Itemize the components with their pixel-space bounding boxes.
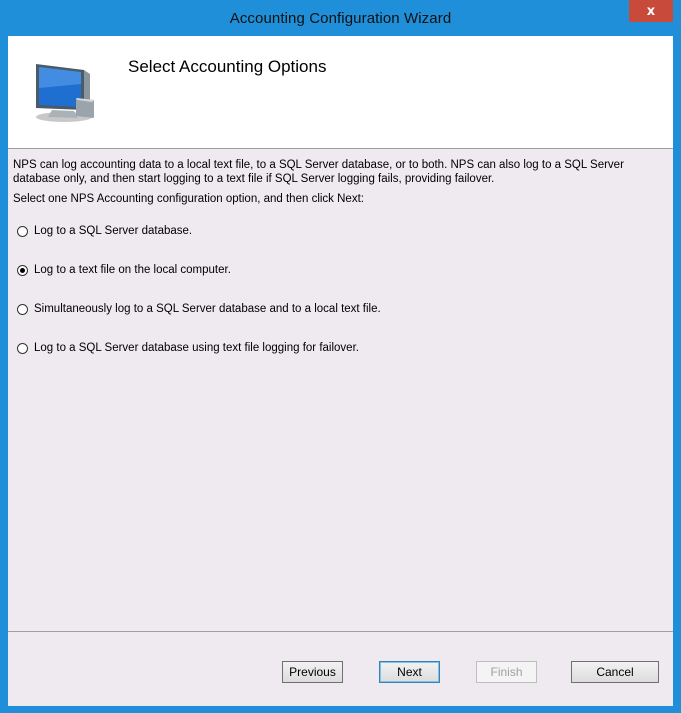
- cancel-button[interactable]: Cancel: [571, 661, 659, 683]
- wizard-body: NPS can log accounting data to a local t…: [8, 149, 673, 631]
- finish-button: Finish: [476, 661, 537, 683]
- previous-button[interactable]: Previous: [282, 661, 343, 683]
- radio-button[interactable]: [17, 303, 28, 315]
- page-title: Select Accounting Options: [128, 57, 327, 76]
- radio-button[interactable]: [17, 342, 28, 354]
- option-label: Simultaneously log to a SQL Server datab…: [34, 303, 381, 315]
- computer-monitor-icon: [28, 58, 98, 124]
- radio-button-selected[interactable]: [17, 264, 28, 276]
- title-bar[interactable]: Accounting Configuration Wizard x: [0, 0, 681, 36]
- description-text: NPS can log accounting data to a local t…: [13, 159, 624, 185]
- wizard-header: Select Accounting Options: [8, 36, 673, 149]
- option-text-file[interactable]: Log to a text file on the local computer…: [17, 262, 231, 278]
- radio-button[interactable]: [17, 225, 28, 237]
- close-button[interactable]: x: [629, 0, 673, 22]
- prompt-text: Select one NPS Accounting configuration …: [13, 193, 364, 205]
- next-button[interactable]: Next: [379, 661, 440, 683]
- wizard-client-area: Select Accounting Options NPS can log ac…: [8, 36, 673, 706]
- window-title: Accounting Configuration Wizard: [229, 10, 452, 27]
- wizard-footer: Previous Next Finish Cancel: [8, 631, 673, 706]
- option-sql-database[interactable]: Log to a SQL Server database.: [17, 223, 192, 239]
- option-label: Log to a SQL Server database.: [34, 225, 193, 237]
- option-label: Log to a text file on the local computer…: [34, 264, 231, 276]
- wizard-window: Accounting Configuration Wizard x Select…: [0, 0, 681, 713]
- option-simultaneous[interactable]: Simultaneously log to a SQL Server datab…: [17, 301, 381, 317]
- option-sql-failover[interactable]: Log to a SQL Server database using text …: [17, 340, 359, 356]
- close-icon: x: [646, 3, 656, 19]
- option-label: Log to a SQL Server database using text …: [34, 342, 359, 354]
